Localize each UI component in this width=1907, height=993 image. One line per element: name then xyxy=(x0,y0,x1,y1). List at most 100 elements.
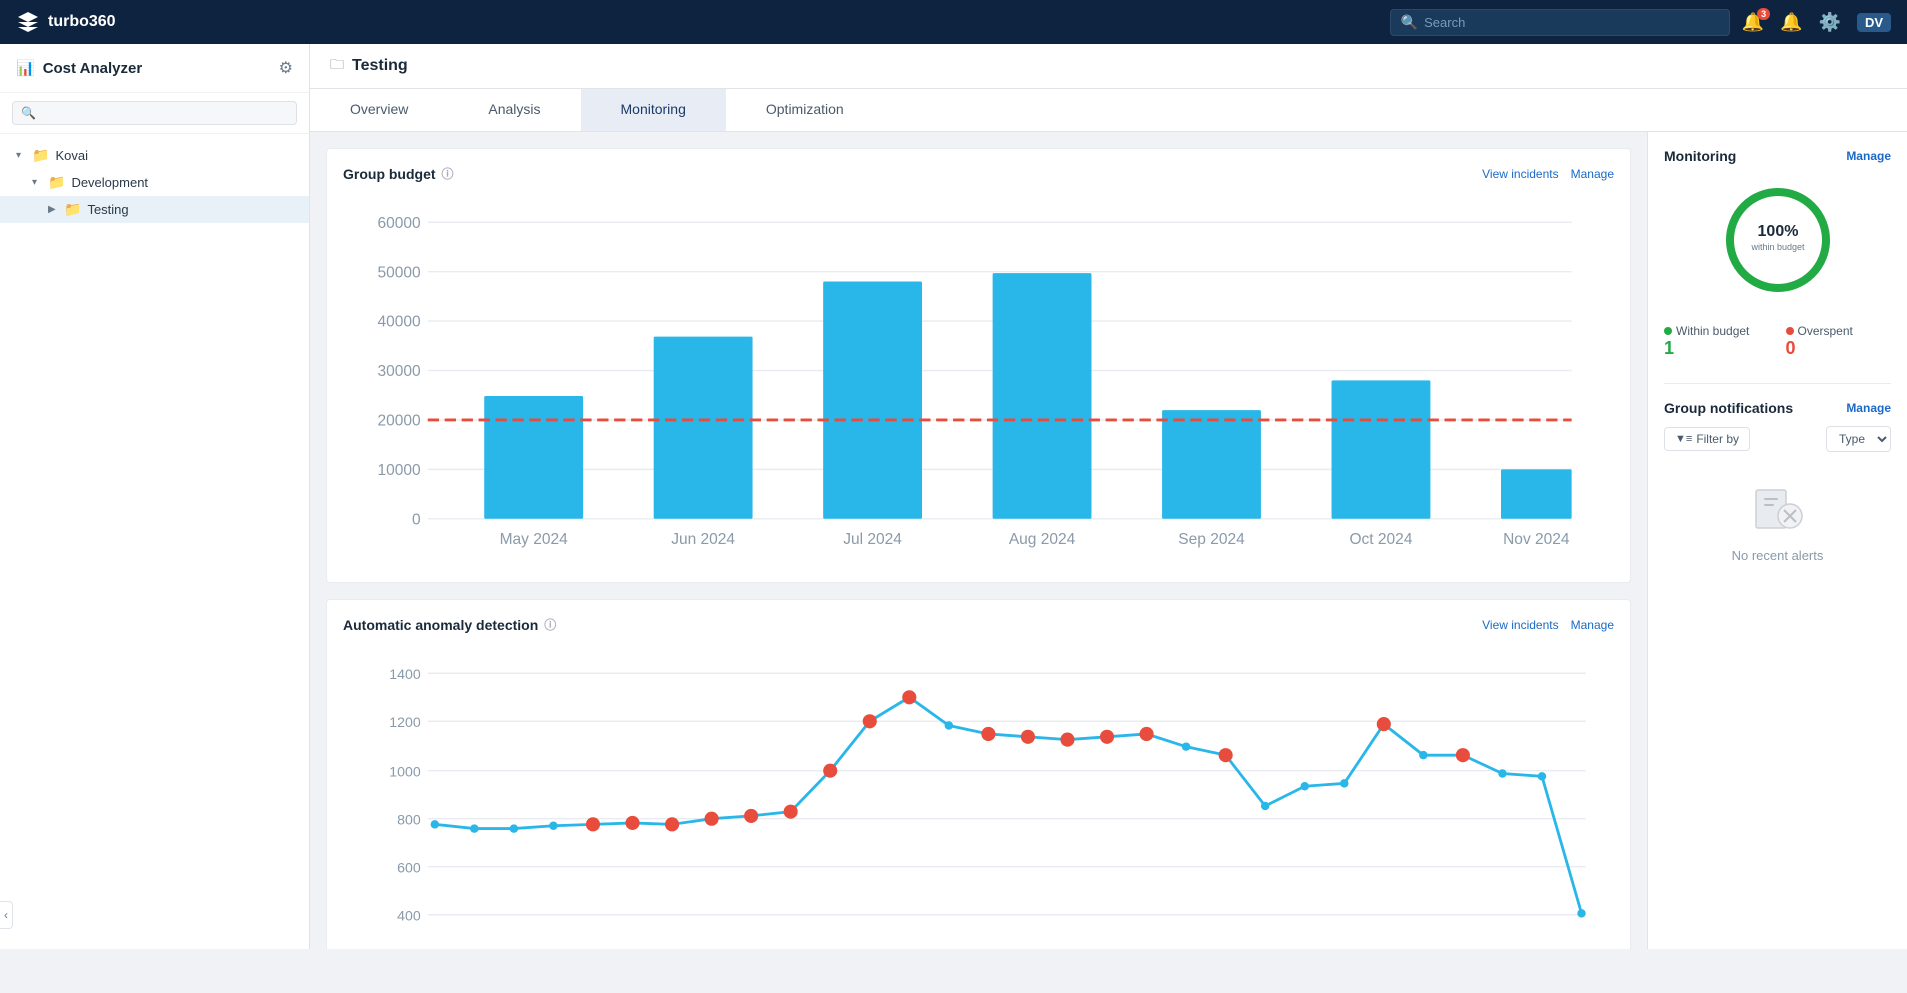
anomaly-point xyxy=(1060,733,1074,747)
filter-by-button[interactable]: ▼≡ Filter by xyxy=(1664,427,1750,451)
tab-overview[interactable]: Overview xyxy=(310,89,448,131)
data-point xyxy=(1538,772,1546,780)
anomaly-point xyxy=(863,714,877,728)
tab-optimization[interactable]: Optimization xyxy=(726,89,884,131)
no-alerts-icon xyxy=(1746,476,1810,540)
anomaly-actions: View incidents Manage xyxy=(1482,618,1614,632)
user-avatar[interactable]: DV xyxy=(1857,13,1891,32)
within-budget-value: 1 xyxy=(1664,338,1770,359)
sidebar-tree: ▾ 📁 Kovai ▾ 📁 Development ▶ 📁 Testing xyxy=(0,134,309,949)
view-incidents-link[interactable]: View incidents xyxy=(1482,167,1559,181)
data-point xyxy=(1498,769,1506,777)
main-layout: 📊 Cost Analyzer ⚙ 🔍 ▾ 📁 Kovai ▾ 📁 Develo… xyxy=(0,44,1907,949)
svg-text:50000: 50000 xyxy=(378,264,422,281)
anomaly-point xyxy=(1021,730,1035,744)
tree-item-development[interactable]: ▾ 📁 Development xyxy=(0,169,309,196)
info-icon: ⓘ xyxy=(442,165,454,182)
tab-monitoring[interactable]: Monitoring xyxy=(581,89,726,131)
anomaly-point xyxy=(1219,748,1233,762)
notifications-manage-link[interactable]: Manage xyxy=(1846,401,1891,415)
filter-icon: ▼≡ xyxy=(1675,433,1692,445)
anomaly-manage-link[interactable]: Manage xyxy=(1571,618,1614,632)
nav-icons: 🔔 3 🔔 ⚙️ DV xyxy=(1742,12,1891,33)
manage-link[interactable]: Manage xyxy=(1571,167,1614,181)
bar-may2024 xyxy=(484,396,583,519)
monitoring-section-title: Monitoring Manage xyxy=(1664,148,1891,164)
svg-text:60000: 60000 xyxy=(378,215,422,232)
anomaly-point xyxy=(1139,727,1153,741)
anomaly-point xyxy=(981,727,995,741)
anomaly-point xyxy=(784,805,798,819)
sidebar-search-icon: 🔍 xyxy=(21,106,36,120)
bar-sep2024 xyxy=(1162,410,1261,519)
svg-text:Aug 2024: Aug 2024 xyxy=(1009,531,1076,548)
svg-text:400: 400 xyxy=(397,908,421,924)
group-notifications-title: Group notifications Manage xyxy=(1664,400,1891,416)
sidebar-title: 📊 Cost Analyzer xyxy=(16,59,142,77)
svg-text:0: 0 xyxy=(412,511,421,528)
sidebar-search[interactable]: 🔍 xyxy=(12,101,297,125)
app-logo[interactable]: turbo360 xyxy=(16,10,116,34)
svg-text:20000: 20000 xyxy=(378,413,422,430)
anomaly-point xyxy=(744,809,758,823)
anomaly-point xyxy=(902,690,916,704)
data-point xyxy=(945,721,953,729)
anomaly-point xyxy=(625,816,639,830)
anomaly-point xyxy=(665,817,679,831)
stats-row: Within budget 1 Overspent 0 xyxy=(1664,316,1891,367)
anomaly-view-incidents-link[interactable]: View incidents xyxy=(1482,618,1559,632)
sidebar: 📊 Cost Analyzer ⚙ 🔍 ▾ 📁 Kovai ▾ 📁 Develo… xyxy=(0,44,310,949)
cost-analyzer-icon: 📊 xyxy=(16,59,35,77)
sidebar-search-input[interactable] xyxy=(40,106,288,120)
anomaly-point xyxy=(823,764,837,778)
donut-chart-wrap: 100% within budget xyxy=(1664,164,1891,316)
content-header: 🗀 Testing xyxy=(310,44,1907,89)
data-point xyxy=(1300,782,1308,790)
svg-text:Oct 2024: Oct 2024 xyxy=(1349,531,1412,548)
settings-icon[interactable]: ⚙️ xyxy=(1819,12,1841,33)
folder-icon: 📁 xyxy=(32,147,49,164)
alerts-bell-icon[interactable]: 🔔 xyxy=(1780,12,1802,33)
filter-row: ▼≡ Filter by Type xyxy=(1664,426,1891,452)
sidebar-collapse-button[interactable]: ‹ xyxy=(0,901,13,929)
tab-analysis[interactable]: Analysis xyxy=(448,89,580,131)
search-bar[interactable]: 🔍 xyxy=(1390,9,1730,36)
overspent-stat: Overspent 0 xyxy=(1786,324,1892,359)
search-icon: 🔍 xyxy=(1401,14,1418,31)
page-folder-icon: 🗀 xyxy=(330,54,344,78)
anomaly-point xyxy=(705,812,719,826)
within-budget-stat: Within budget 1 xyxy=(1664,324,1770,359)
search-input[interactable] xyxy=(1424,15,1719,30)
bar-aug2024 xyxy=(993,273,1092,519)
bar-nov2024 xyxy=(1501,469,1572,518)
chevron-down-icon: ▾ xyxy=(16,150,26,161)
tree-item-testing[interactable]: ▶ 📁 Testing xyxy=(0,196,309,223)
svg-text:1400: 1400 xyxy=(389,666,421,682)
anomaly-point xyxy=(1100,730,1114,744)
data-point xyxy=(510,825,518,833)
tree-label-testing: Testing xyxy=(87,202,128,217)
monitoring-manage-link[interactable]: Manage xyxy=(1846,149,1891,163)
bar-chart-svg: 60000 50000 40000 30000 20000 10000 0 xyxy=(343,194,1614,561)
sidebar-gear-icon[interactable]: ⚙ xyxy=(279,58,293,78)
notifications-icon[interactable]: 🔔 3 xyxy=(1742,12,1764,33)
svg-text:10000: 10000 xyxy=(378,462,422,479)
anomaly-header: Automatic anomaly detection ⓘ View incid… xyxy=(343,616,1614,633)
data-point xyxy=(470,825,478,833)
anomaly-point xyxy=(1377,717,1391,731)
chevron-right-icon: ▶ xyxy=(48,204,58,215)
svg-text:1000: 1000 xyxy=(389,764,421,780)
sidebar-header: 📊 Cost Analyzer ⚙ xyxy=(0,44,309,93)
tree-label-development: Development xyxy=(71,175,148,190)
donut-svg: 100% within budget xyxy=(1718,180,1838,300)
group-budget-actions: View incidents Manage xyxy=(1482,167,1614,181)
type-select[interactable]: Type xyxy=(1826,426,1891,452)
no-alerts-text: No recent alerts xyxy=(1732,548,1824,563)
svg-text:30000: 30000 xyxy=(378,363,422,380)
svg-text:Sep 2024: Sep 2024 xyxy=(1178,531,1245,548)
anomaly-info-icon: ⓘ xyxy=(544,616,556,633)
bar-chart: 60000 50000 40000 30000 20000 10000 0 xyxy=(343,194,1614,566)
tree-item-kovai[interactable]: ▾ 📁 Kovai xyxy=(0,142,309,169)
anomaly-chart: 1400 1200 1000 800 600 400 200 0 xyxy=(343,645,1614,949)
anomaly-line xyxy=(435,697,1582,913)
